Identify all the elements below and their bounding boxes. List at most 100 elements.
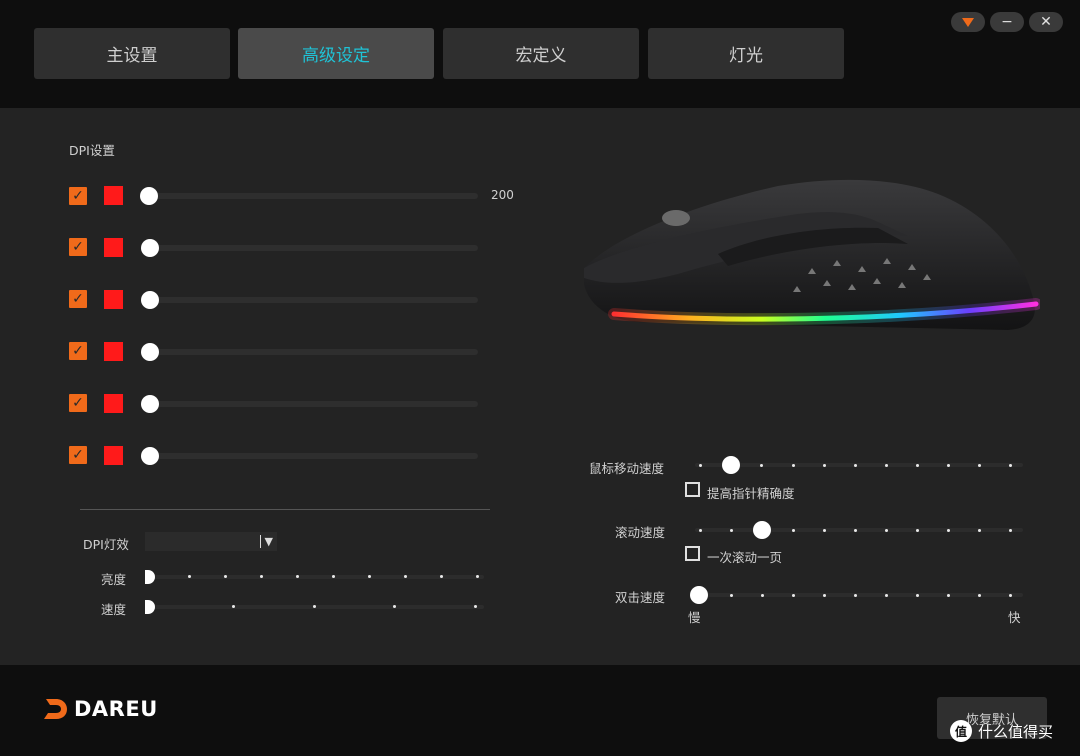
tab-label: 主设置 (106, 46, 158, 66)
fast-label: 快 (1008, 610, 1021, 625)
brightness-slider-knob[interactable] (145, 570, 155, 584)
scroll-speed-tick (854, 529, 857, 532)
double-click-slider-knob[interactable] (690, 586, 708, 604)
scroll-speed-slider-knob[interactable] (753, 521, 771, 539)
tab-lighting[interactable]: 灯光 (648, 28, 844, 79)
dpi-slider-knob[interactable] (141, 239, 159, 257)
double-click-tick (823, 594, 826, 597)
tab-advanced-settings[interactable]: 高级设定 (238, 28, 434, 79)
dpi-slider-knob[interactable] (141, 395, 159, 413)
mouse-image (584, 179, 1040, 330)
top-bar: 主设置 高级设定 宏定义 灯光 − ✕ (0, 0, 1080, 108)
scroll-speed-tick (1009, 529, 1012, 532)
chevron-down-icon: ▼ (264, 535, 273, 548)
close-icon: ✕ (1040, 14, 1052, 30)
dpi-slider-knob[interactable] (141, 447, 159, 465)
dpi-enable-checkbox[interactable]: ✓ (69, 394, 87, 412)
pointer-speed-slider-track[interactable] (695, 463, 1023, 467)
tab-label: 高级设定 (302, 46, 370, 66)
dpi-light-effect-select[interactable]: ▼ (145, 532, 277, 551)
dpi-enable-checkbox[interactable]: ✓ (69, 446, 87, 464)
scroll-speed-tick (792, 529, 795, 532)
dpi-color-swatch[interactable] (104, 446, 123, 465)
close-button[interactable]: ✕ (1029, 12, 1063, 32)
brightness-slider-track[interactable] (150, 575, 484, 579)
double-click-tick (730, 594, 733, 597)
scroll-speed-slider-track[interactable] (695, 528, 1023, 532)
select-separator (259, 535, 261, 548)
speed-tick (474, 605, 477, 608)
section-divider (80, 509, 490, 510)
enhance-precision-checkbox[interactable] (685, 482, 700, 497)
enhance-precision-label: 提高指针精确度 (707, 486, 795, 501)
brightness-tick (260, 575, 263, 578)
pointer-speed-tick (792, 464, 795, 467)
dpi-light-effect-label: DPI灯效 (83, 537, 129, 552)
dpi-enable-checkbox[interactable]: ✓ (69, 187, 87, 205)
pointer-speed-tick (823, 464, 826, 467)
watermark-text: 什么值得买 (978, 722, 1054, 741)
dpi-color-swatch[interactable] (104, 238, 123, 257)
dpi-enable-checkbox[interactable]: ✓ (69, 342, 87, 360)
watermark-icon: 值 (950, 720, 972, 742)
dpi-slider-track[interactable] (150, 453, 478, 459)
dpi-slider-track[interactable] (150, 401, 478, 407)
brand-name: DAREU (74, 697, 158, 721)
dpi-slider-track[interactable] (150, 245, 478, 251)
dpi-enable-checkbox[interactable]: ✓ (69, 238, 87, 256)
speed-tick (393, 605, 396, 608)
pointer-speed-tick (978, 464, 981, 467)
pointer-speed-tick (699, 464, 702, 467)
scroll-speed-tick (823, 529, 826, 532)
minimize-button[interactable]: − (990, 12, 1024, 32)
double-click-tick (978, 594, 981, 597)
double-click-speed-label: 双击速度 (615, 590, 666, 605)
tab-main-settings[interactable]: 主设置 (34, 28, 230, 79)
scroll-speed-label: 滚动速度 (615, 525, 666, 540)
dpi-value: 200 (491, 188, 514, 202)
brightness-tick (188, 575, 191, 578)
double-click-tick (1009, 594, 1012, 597)
dpi-slider-knob[interactable] (140, 187, 158, 205)
double-click-tick (947, 594, 950, 597)
scroll-one-page-label: 一次滚动一页 (707, 550, 783, 565)
double-click-tick (792, 594, 795, 597)
dpi-color-swatch[interactable] (104, 342, 123, 361)
menu-button[interactable] (951, 12, 985, 32)
brightness-tick (224, 575, 227, 578)
scroll-speed-tick (885, 529, 888, 532)
brightness-tick (368, 575, 371, 578)
dpi-color-swatch[interactable] (104, 290, 123, 309)
dpi-slider-knob[interactable] (141, 291, 159, 309)
double-click-tick (854, 594, 857, 597)
settings-panel: DPI设置 ✓ 200 ✓ ✓ ✓ ✓ ✓ DPI灯效 ▼ 亮度 速度 鼠标移动… (0, 108, 1080, 665)
tab-macro[interactable]: 宏定义 (443, 28, 639, 79)
dpi-enable-checkbox[interactable]: ✓ (69, 290, 87, 308)
speed-slider-knob[interactable] (145, 600, 155, 614)
brand-logo: DAREU (42, 697, 158, 721)
pointer-speed-tick (947, 464, 950, 467)
pointer-speed-tick (885, 464, 888, 467)
pointer-speed-slider-knob[interactable] (722, 456, 740, 474)
pointer-speed-tick (854, 464, 857, 467)
speed-tick (313, 605, 316, 608)
dpi-color-swatch[interactable] (104, 394, 123, 413)
pointer-speed-tick (760, 464, 763, 467)
dpi-color-swatch[interactable] (104, 186, 123, 205)
dpi-slider-track[interactable] (150, 297, 478, 303)
dpi-slider-track[interactable] (150, 193, 478, 199)
dareu-logo-icon (44, 699, 67, 719)
dpi-slider-knob[interactable] (141, 343, 159, 361)
dpi-slider-track[interactable] (150, 349, 478, 355)
scroll-one-page-checkbox[interactable] (685, 546, 700, 561)
speed-label: 速度 (101, 602, 127, 617)
speed-slider-track[interactable] (150, 605, 484, 609)
tab-label: 宏定义 (515, 46, 567, 66)
minimize-icon: − (1001, 14, 1013, 30)
double-click-slider-track[interactable] (695, 593, 1023, 597)
brightness-tick (476, 575, 479, 578)
scroll-speed-tick (916, 529, 919, 532)
footer: DAREU 恢复默认 (0, 665, 1080, 756)
brightness-label: 亮度 (101, 572, 127, 587)
scroll-speed-tick (978, 529, 981, 532)
